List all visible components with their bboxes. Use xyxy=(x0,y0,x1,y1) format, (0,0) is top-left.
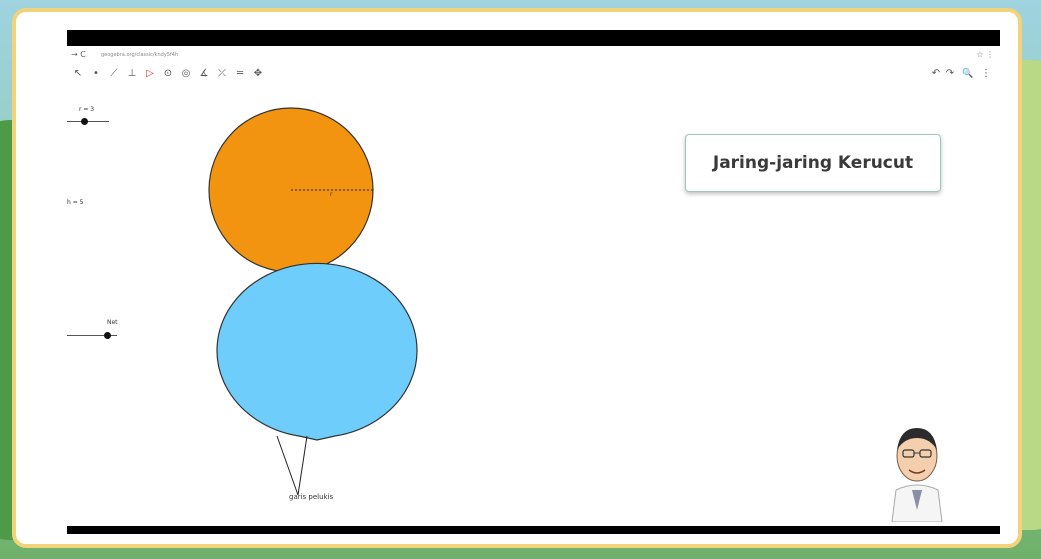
circle-icon[interactable]: ⊙ xyxy=(161,67,175,81)
letterbox-top xyxy=(67,30,1000,46)
nav-buttons[interactable]: → C xyxy=(71,50,86,59)
circle-three-points-icon[interactable]: ◎ xyxy=(179,67,193,81)
presenter-avatar xyxy=(882,410,952,523)
polygon-icon[interactable]: ▷ xyxy=(143,67,157,81)
perpendicular-icon[interactable]: ⊥ xyxy=(125,67,139,81)
radius-label: r xyxy=(330,191,333,198)
browser-screen: → C geogebra.org/classic/kndy5f4h ☆ ⋮ ↖ … xyxy=(67,30,1000,534)
address-bar: → C geogebra.org/classic/kndy5f4h ☆ ⋮ xyxy=(67,46,1000,64)
reflect-icon[interactable]: ⤫ xyxy=(215,67,229,81)
geogebra-toolbar: ↖ • ⟋ ⊥ ▷ ⊙ ◎ ∡ ⤫ ═ ✥ ↶ ↷ 🔍 ⋮ xyxy=(67,64,1000,86)
lateral-sector[interactable] xyxy=(216,262,418,441)
pointer-line-left xyxy=(276,435,299,496)
redo-icon[interactable]: ↷ xyxy=(943,67,957,81)
tangent-label: garis pelukis xyxy=(289,493,334,501)
menu-icon[interactable]: ⋮ xyxy=(979,67,993,81)
point-icon[interactable]: • xyxy=(89,67,103,81)
lesson-title: Jaring-jaring Kerucut xyxy=(685,134,941,192)
move-graphics-icon[interactable]: ✥ xyxy=(251,67,265,81)
letterbox-bottom xyxy=(67,526,1000,534)
pointer-line-right xyxy=(297,435,308,496)
line-icon[interactable]: ⟋ xyxy=(107,67,121,81)
slider-icon[interactable]: ═ xyxy=(233,67,247,81)
move-icon[interactable]: ↖ xyxy=(71,67,85,81)
search-icon[interactable]: 🔍 xyxy=(961,67,975,81)
angle-icon[interactable]: ∡ xyxy=(197,67,211,81)
browser-actions[interactable]: ☆ ⋮ xyxy=(976,50,994,59)
undo-icon[interactable]: ↶ xyxy=(929,67,943,81)
url-text[interactable]: geogebra.org/classic/kndy5f4h xyxy=(101,52,178,58)
